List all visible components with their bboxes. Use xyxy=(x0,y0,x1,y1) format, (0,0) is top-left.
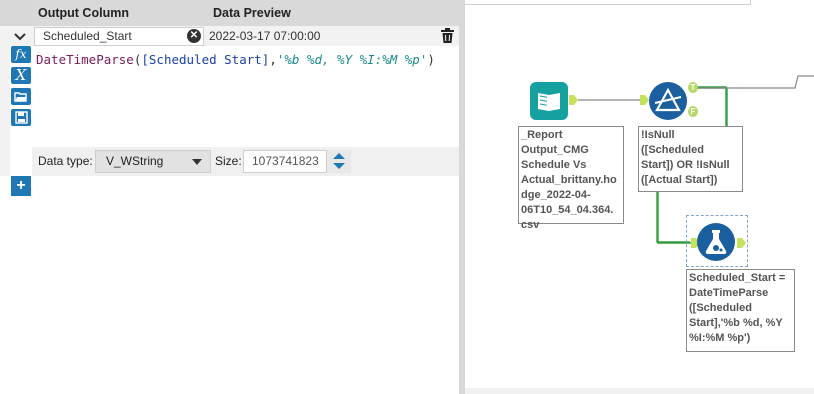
add-formula-button[interactable]: + xyxy=(11,176,31,196)
book-icon xyxy=(538,93,560,111)
expression-format-string: '%b %d, %Y %I:%M %p' xyxy=(276,52,428,67)
expression-field: [Scheduled Start] xyxy=(141,52,270,67)
functions-icon[interactable]: fx xyxy=(11,46,31,63)
formula-row: Scheduled_Start ✕ 2022-03-17 07:00:00 xyxy=(0,26,459,46)
expression-comma: , xyxy=(269,52,277,67)
output-column-header: Output Column xyxy=(32,0,207,26)
data-type-dropdown[interactable]: V_WString xyxy=(95,150,211,173)
formula-tool[interactable] xyxy=(697,223,735,261)
data-preview-header: Data Preview xyxy=(207,0,465,26)
output-field-name: Scheduled_Start xyxy=(43,29,132,43)
formula-configuration-panel: Output Column Data Preview Scheduled_Sta… xyxy=(0,0,465,394)
save-icon[interactable] xyxy=(11,109,31,126)
filter-false-anchor[interactable]: F xyxy=(688,106,698,117)
expression-editor[interactable]: DateTimeParse([Scheduled Start],'%b %d, … xyxy=(36,52,435,67)
data-type-row: Data type: V_WString Size: 1073741823 xyxy=(32,147,459,176)
stepper-down-icon[interactable] xyxy=(333,163,345,169)
workflow-canvas[interactable]: T F _Report Output_CMG Schedule Vs Actua… xyxy=(465,0,814,394)
filter-tool-annotation: !IsNull ([Scheduled Start]) OR !IsNull (… xyxy=(638,126,743,192)
variables-icon[interactable]: X xyxy=(11,67,31,84)
data-preview-value: 2022-03-17 07:00:00 xyxy=(209,29,321,43)
flask-icon xyxy=(705,230,727,254)
dropdown-arrow-icon xyxy=(192,159,202,165)
size-input[interactable]: 1073741823 xyxy=(243,150,327,173)
gutter-column xyxy=(0,46,10,176)
input-tool-annotation: _Report Output_CMG Schedule Vs Actual_br… xyxy=(518,126,624,231)
input-data-tool[interactable] xyxy=(530,82,568,120)
trash-icon[interactable] xyxy=(440,28,455,44)
header-gutter xyxy=(0,0,32,26)
data-type-value: V_WString xyxy=(106,154,164,168)
grid-header: Output Column Data Preview xyxy=(0,0,465,26)
output-field-dropdown[interactable]: Scheduled_Start ✕ xyxy=(34,27,204,46)
filter-tool[interactable] xyxy=(649,82,687,120)
size-value: 1073741823 xyxy=(252,154,319,168)
chevron-down-icon[interactable] xyxy=(12,28,28,44)
expression-function: DateTimeParse xyxy=(36,52,134,67)
open-folder-icon[interactable] xyxy=(11,88,31,105)
size-stepper[interactable] xyxy=(327,150,351,173)
formula-tool-annotation: Scheduled_Start = DateTimeParse ([Schedu… xyxy=(686,269,795,352)
filter-triangle-icon xyxy=(654,87,682,112)
expression-close-paren: ) xyxy=(427,52,435,67)
clear-field-icon[interactable]: ✕ xyxy=(187,29,201,43)
stepper-up-icon[interactable] xyxy=(333,153,345,159)
size-label: Size: xyxy=(215,154,242,168)
data-type-label: Data type: xyxy=(38,154,93,168)
filter-true-anchor[interactable]: T xyxy=(688,82,698,93)
